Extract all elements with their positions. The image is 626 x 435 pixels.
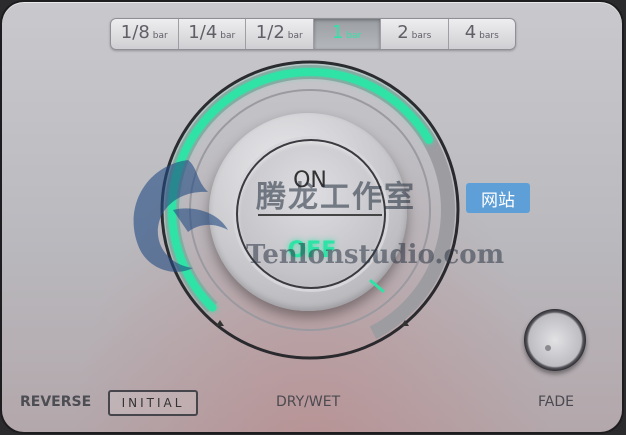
reverse-button[interactable]: REVERSE xyxy=(20,394,91,410)
ring-min-marker xyxy=(216,320,224,326)
dragon-logo-icon xyxy=(133,160,228,272)
knob-pointer-line xyxy=(369,279,385,293)
fade-knob[interactable] xyxy=(524,309,586,371)
watermark-title: 腾龙工作室 xyxy=(256,180,416,215)
watermark-badge: 网站 xyxy=(466,183,530,213)
fade-knob-indicator xyxy=(545,345,551,351)
dry-wet-label: DRY/WET xyxy=(276,394,341,410)
knob-indicator xyxy=(369,279,385,293)
ring-max-marker xyxy=(401,320,409,326)
fade-label: FADE xyxy=(538,394,574,410)
watermark-url: Tenlonstudio.com xyxy=(246,240,505,270)
initial-button[interactable]: INITIAL xyxy=(108,390,198,416)
